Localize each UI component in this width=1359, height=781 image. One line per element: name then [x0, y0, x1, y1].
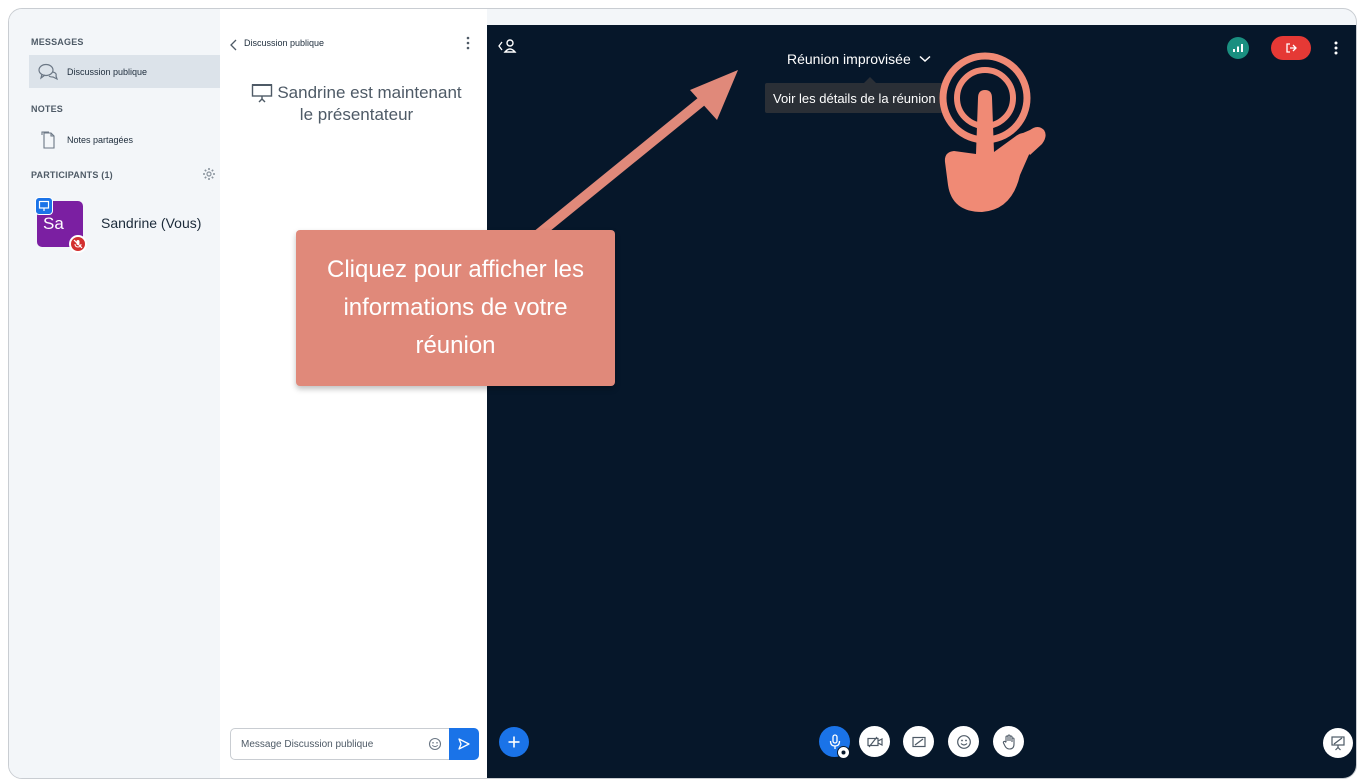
- exit-icon: [1284, 42, 1298, 54]
- screen-share-button[interactable]: [903, 726, 934, 757]
- sidebar-item-label: Discussion publique: [67, 66, 148, 77]
- chat-bubbles-icon: [37, 61, 59, 83]
- system-message-line: le présentateur: [299, 105, 414, 124]
- raise-hand-icon: [1002, 733, 1016, 750]
- meeting-title-button[interactable]: Réunion improvisée: [787, 51, 931, 67]
- reactions-button[interactable]: [948, 726, 979, 757]
- chat-panel: Discussion publique Sandrine est mainten…: [220, 9, 487, 778]
- notes-section-title: NOTES: [31, 104, 64, 114]
- presentation-screen-icon: [251, 83, 273, 103]
- chevron-left-icon[interactable]: [229, 38, 239, 51]
- tooltip: Voir les détails de la réunion: [765, 83, 944, 113]
- tap-hand-icon: [939, 52, 1046, 212]
- system-message-line: Sandrine est maintenant: [277, 83, 462, 102]
- camera-off-icon: [866, 736, 883, 748]
- document-icon: [37, 129, 59, 151]
- sidebar-item-shared-notes[interactable]: Notes partagées: [29, 123, 220, 156]
- avatar-initials: Sa: [43, 214, 64, 233]
- screen-share-icon: [911, 736, 926, 748]
- leave-meeting-button[interactable]: [1271, 36, 1311, 60]
- plus-icon: [507, 735, 521, 749]
- meeting-area: Réunion improvisée Voir les détails de l…: [487, 25, 1356, 778]
- presentation-icon: [1330, 735, 1346, 751]
- system-message: Sandrine est maintenant le présentateur: [234, 83, 479, 125]
- chevron-down-icon: [919, 55, 931, 63]
- meeting-title: Réunion improvisée: [787, 51, 911, 67]
- emoji-icon[interactable]: [428, 737, 442, 751]
- annotation-text: Cliquez pour afficher les informations d…: [326, 256, 585, 359]
- sidebar-item-label: Notes partagées: [67, 134, 134, 145]
- sidebar: MESSAGES Discussion publique NOTES Notes…: [9, 9, 220, 778]
- sidebar-item-public-chat[interactable]: Discussion publique: [29, 55, 220, 88]
- kebab-menu-icon[interactable]: [464, 35, 472, 51]
- send-icon: [457, 737, 471, 751]
- connection-status-icon[interactable]: [1227, 37, 1249, 59]
- gear-icon[interactable]: [202, 167, 216, 181]
- messages-section-title: MESSAGES: [31, 37, 84, 47]
- options-menu-icon[interactable]: [1332, 39, 1340, 57]
- annotation-callout: Cliquez pour afficher les informations d…: [296, 230, 615, 386]
- actions-plus-button[interactable]: [499, 727, 529, 757]
- app-frame: MESSAGES Discussion publique NOTES Notes…: [8, 8, 1357, 779]
- participant-item[interactable]: Sa Sandrine (Vous): [35, 191, 220, 253]
- raise-hand-button[interactable]: [993, 726, 1024, 757]
- toggle-user-list-icon[interactable]: [497, 37, 519, 55]
- send-button[interactable]: [449, 728, 479, 760]
- camera-button[interactable]: [859, 726, 890, 757]
- muted-mic-icon: [69, 235, 87, 253]
- presentation-button[interactable]: [1323, 728, 1353, 758]
- smiley-icon: [956, 734, 972, 750]
- audio-settings-icon[interactable]: [837, 746, 850, 759]
- participant-name: Sandrine (Vous): [101, 215, 202, 231]
- presenter-icon: [35, 197, 53, 215]
- chat-message-input[interactable]: [231, 729, 441, 759]
- chat-input-box: [230, 728, 479, 760]
- participants-section-title: PARTICIPANTS (1): [31, 170, 113, 180]
- chat-title: Discussion publique: [244, 38, 325, 48]
